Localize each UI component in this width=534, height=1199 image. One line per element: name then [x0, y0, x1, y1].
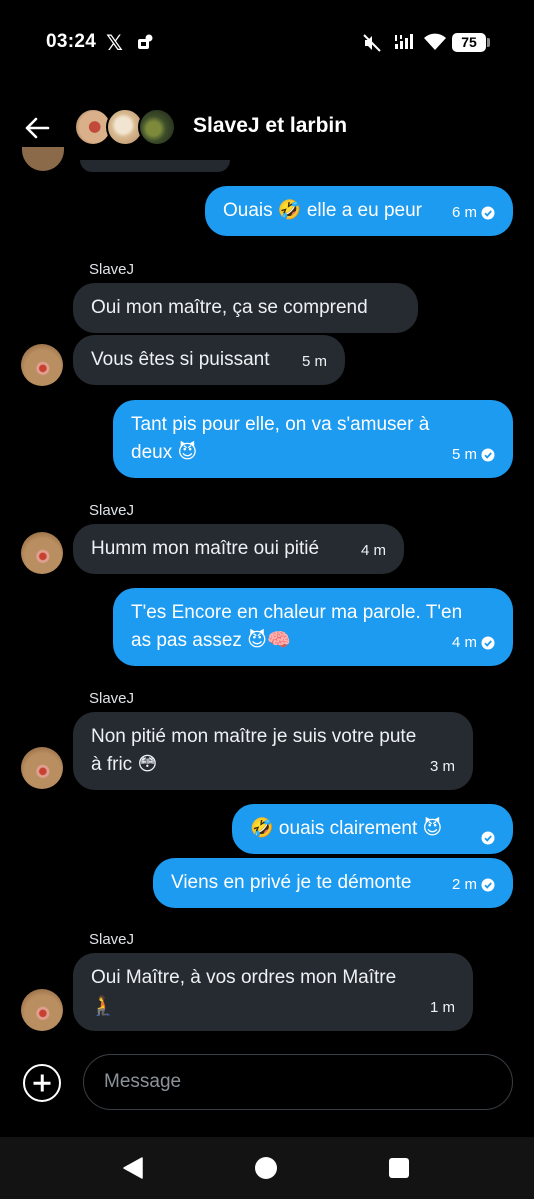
mute-icon: [363, 34, 381, 52]
message-text: Humm mon maître oui pitié: [91, 538, 320, 559]
message-time: 6 m: [451, 204, 477, 221]
message-text-line2: à fric 😳: [91, 754, 158, 775]
battery-icon: 75: [452, 33, 486, 52]
read-check-icon: [481, 878, 495, 892]
nav-recents-icon[interactable]: [389, 1158, 409, 1178]
message-bubble-incoming[interactable]: Non pitié mon maître je suis votre pute …: [73, 712, 473, 790]
signal-icon: [395, 34, 413, 49]
read-check-icon: [481, 831, 495, 845]
message-time: 2 m: [451, 876, 477, 893]
message-bubble-outgoing[interactable]: 🤣 ouais clairement 😈: [232, 804, 513, 854]
message-placeholder: Message: [104, 1071, 182, 1092]
message-text: 🤣 ouais clairement 😈: [250, 818, 443, 839]
nav-back-icon[interactable]: [122, 1157, 144, 1179]
x-logo-icon: 𝕏: [106, 31, 123, 55]
read-check-icon: [481, 206, 495, 220]
message-text: Vous êtes si puissant: [91, 349, 270, 370]
message-meta: 1 m: [430, 994, 455, 1022]
message-bubble-outgoing[interactable]: Tant pis pour elle, on va s'amuser à deu…: [113, 400, 513, 478]
status-time: 03:24: [46, 31, 97, 52]
message-bubble-outgoing[interactable]: Viens en privé je te démonte 2 m: [153, 858, 513, 908]
message-bubble-incoming[interactable]: Vous êtes si puissant 5 m: [73, 335, 345, 385]
message-bubble-outgoing[interactable]: T'es Encore en chaleur ma parole. T'en a…: [113, 588, 513, 666]
message-meta: 4 m: [361, 537, 386, 565]
avatar: [138, 108, 176, 146]
message-text: Tant pis pour elle, on va s'amuser à: [131, 414, 430, 435]
avatar[interactable]: [21, 344, 63, 386]
avatar[interactable]: [21, 747, 63, 789]
message-time: 4 m: [360, 542, 386, 559]
message-text: T'es Encore en chaleur ma parole. T'en: [131, 602, 463, 623]
avatar[interactable]: [21, 989, 63, 1031]
group-avatars[interactable]: [74, 108, 178, 148]
message-meta: 3 m: [430, 753, 455, 781]
message-input[interactable]: Message: [83, 1054, 513, 1110]
wifi-icon: [424, 33, 446, 50]
message-text-line2: 🧎: [91, 995, 115, 1017]
message-bubble-partial: [80, 160, 230, 172]
status-bar: 03:24 𝕏 75: [0, 0, 534, 88]
message-text-line2: as pas assez 😈🧠: [131, 630, 291, 651]
message-text-line2: deux 😈: [131, 442, 198, 463]
message-meta: [481, 831, 495, 845]
read-check-icon: [481, 448, 495, 462]
message-text: Oui mon maître, ça se comprend: [91, 297, 368, 318]
message-time: 1 m: [429, 999, 455, 1016]
message-text: Non pitié mon maître je suis votre pute: [91, 726, 417, 747]
avatar[interactable]: [21, 532, 63, 574]
sender-name: SlaveJ: [89, 502, 135, 519]
message-meta: 6 m: [452, 199, 495, 227]
nav-home-icon[interactable]: [255, 1157, 277, 1179]
message-time: 3 m: [429, 758, 455, 775]
message-composer: Message: [0, 1048, 534, 1118]
message-bubble-outgoing[interactable]: Ouais 🤣 elle a eu peur 6 m: [205, 186, 513, 236]
sender-name: SlaveJ: [89, 931, 135, 948]
message-meta: 2 m: [452, 871, 495, 899]
message-bubble-incoming[interactable]: Humm mon maître oui pitié 4 m: [73, 524, 404, 574]
message-time: 5 m: [451, 446, 477, 463]
sender-name: SlaveJ: [89, 261, 135, 278]
message-text: Oui Maître, à vos ordres mon Maître: [91, 967, 397, 988]
read-check-icon: [481, 636, 495, 650]
battery-tip: [487, 38, 490, 47]
chat-title[interactable]: SlaveJ et larbin: [193, 114, 347, 138]
arrow-left-icon[interactable]: [20, 111, 54, 145]
system-navbar: [0, 1137, 534, 1199]
message-meta: 5 m: [452, 441, 495, 469]
chat-header: SlaveJ et larbin: [0, 100, 534, 156]
message-time: 4 m: [451, 634, 477, 651]
message-meta: 5 m: [302, 348, 327, 376]
message-text: Ouais 🤣 elle a eu peur: [223, 200, 422, 221]
message-bubble-incoming[interactable]: Oui mon maître, ça se comprend: [73, 283, 418, 333]
message-time: 5 m: [301, 353, 327, 370]
message-bubble-incoming[interactable]: Oui Maître, à vos ordres mon Maître 🧎 1 …: [73, 953, 473, 1031]
plus-circle-icon[interactable]: [23, 1064, 61, 1102]
message-meta: 4 m: [452, 629, 495, 657]
notification-icon: [138, 34, 153, 49]
message-text: Viens en privé je te démonte: [171, 872, 412, 893]
avatar: [22, 147, 64, 171]
sender-name: SlaveJ: [89, 690, 135, 707]
